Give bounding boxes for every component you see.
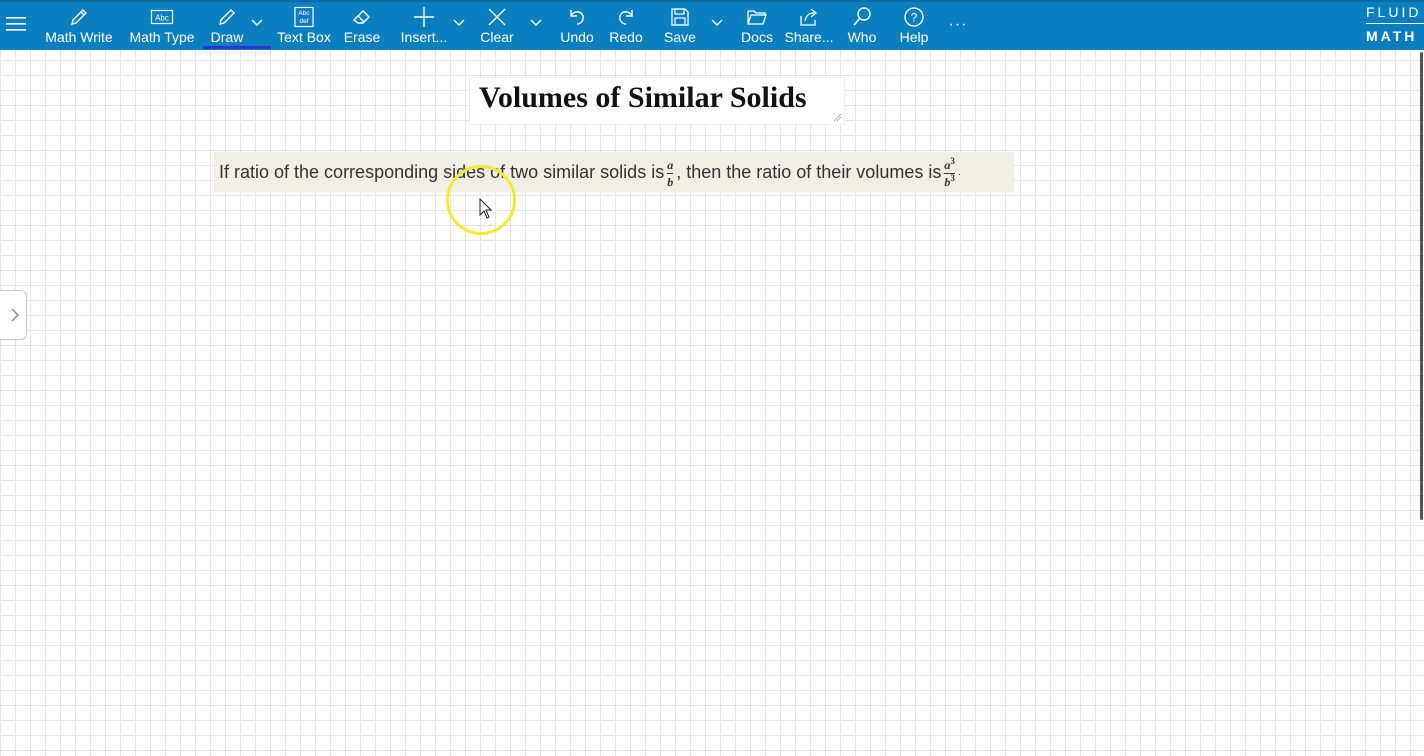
text-box-label: Text Box <box>277 29 331 45</box>
help-icon: ? <box>903 5 925 29</box>
text-box-icon: Abc def <box>293 5 315 29</box>
undo-label: Undo <box>560 29 594 45</box>
help-label: Help <box>899 29 929 45</box>
hamburger-menu-icon[interactable] <box>6 16 26 32</box>
save-button[interactable]: Save <box>660 2 700 48</box>
svg-text:def: def <box>299 18 308 25</box>
main-toolbar: Math Write Abc Math Type Draw Abc def Tex… <box>0 0 1424 50</box>
save-label: Save <box>664 29 696 45</box>
erase-label: Erase <box>343 29 381 45</box>
vertical-scrollbar[interactable] <box>1420 52 1423 520</box>
insert-label: Insert... <box>400 29 448 45</box>
clear-options-chevron-down-icon[interactable] <box>529 16 543 30</box>
share-button[interactable]: Share... <box>784 2 834 48</box>
math-type-label: Math Type <box>129 29 195 45</box>
clear-button[interactable]: Clear <box>476 2 518 48</box>
undo-button[interactable]: Undo <box>556 2 598 48</box>
note-text-part1: If ratio of the corresponding sides of t… <box>219 161 665 182</box>
docs-button[interactable]: Docs <box>737 2 777 48</box>
who-button[interactable]: Who <box>843 2 881 48</box>
note-text-part2: , then the ratio of their volumes is <box>676 161 942 182</box>
folder-icon <box>746 5 768 29</box>
fraction-a-over-b: a b <box>667 157 674 189</box>
math-type-button[interactable]: Abc Math Type <box>127 2 197 48</box>
redo-icon <box>615 5 637 29</box>
eraser-icon <box>351 5 373 29</box>
clear-label: Clear <box>480 29 514 45</box>
erase-button[interactable]: Erase <box>340 2 384 48</box>
redo-button[interactable]: Redo <box>605 2 647 48</box>
help-button[interactable]: ? Help <box>895 2 933 48</box>
fraction-2-denominator: b3 <box>944 172 955 188</box>
draw-label: Draw <box>210 29 244 45</box>
resize-handle-icon[interactable] <box>832 112 842 122</box>
math-write-button[interactable]: Math Write <box>42 2 116 48</box>
math-write-label: Math Write <box>45 29 113 45</box>
page-title: Volumes of Similar Solids <box>479 81 807 114</box>
save-options-chevron-down-icon[interactable] <box>710 16 724 30</box>
share-label: Share... <box>784 29 834 45</box>
floppy-disk-icon <box>669 5 691 29</box>
plus-icon <box>412 5 436 29</box>
brand-top-text: FLUID <box>1366 4 1422 20</box>
more-button[interactable]: ··· <box>944 2 972 48</box>
fraction-1-bar <box>667 172 674 174</box>
docs-label: Docs <box>741 29 773 45</box>
fraction-a3-over-b3: a3 b3 <box>944 155 955 188</box>
side-panel-toggle[interactable] <box>0 290 27 340</box>
fraction-2-numerator-exponent: 3 <box>950 155 955 166</box>
fraction-1-denominator: b <box>667 174 674 189</box>
title-text-box[interactable]: Volumes of Similar Solids <box>469 77 845 125</box>
math-note-text-box[interactable]: If ratio of the corresponding sides of t… <box>214 152 1014 192</box>
svg-text:Abc: Abc <box>155 14 169 23</box>
x-icon <box>486 5 508 29</box>
insert-button[interactable]: Insert... <box>398 2 450 48</box>
insert-options-chevron-down-icon[interactable] <box>452 16 466 30</box>
fraction-2-numerator: a3 <box>944 155 955 171</box>
redo-label: Redo <box>609 29 643 45</box>
search-icon <box>851 5 873 29</box>
mouse-pointer-icon <box>479 198 493 219</box>
brand-bottom-text: MATH <box>1366 28 1418 44</box>
fraction-1-numerator: a <box>667 157 674 172</box>
who-label: Who <box>847 29 877 45</box>
text-box-button[interactable]: Abc def Text Box <box>276 2 332 48</box>
pencil-icon <box>68 5 90 29</box>
svg-text:?: ? <box>911 11 918 25</box>
draw-options-chevron-down-icon[interactable] <box>250 16 264 30</box>
note-text-part3: . <box>957 166 961 178</box>
abc-box-icon: Abc <box>150 5 174 29</box>
pen-icon <box>216 5 238 29</box>
chevron-right-icon <box>11 308 19 322</box>
more-dots-icon: ··· <box>948 16 968 33</box>
fluid-math-logo: FLUID MATH <box>1366 4 1424 48</box>
share-icon <box>798 5 820 29</box>
undo-icon <box>566 5 588 29</box>
fraction-2-denominator-exponent: 3 <box>950 172 955 183</box>
svg-text:Abc: Abc <box>298 10 310 17</box>
brand-divider <box>1366 23 1424 24</box>
